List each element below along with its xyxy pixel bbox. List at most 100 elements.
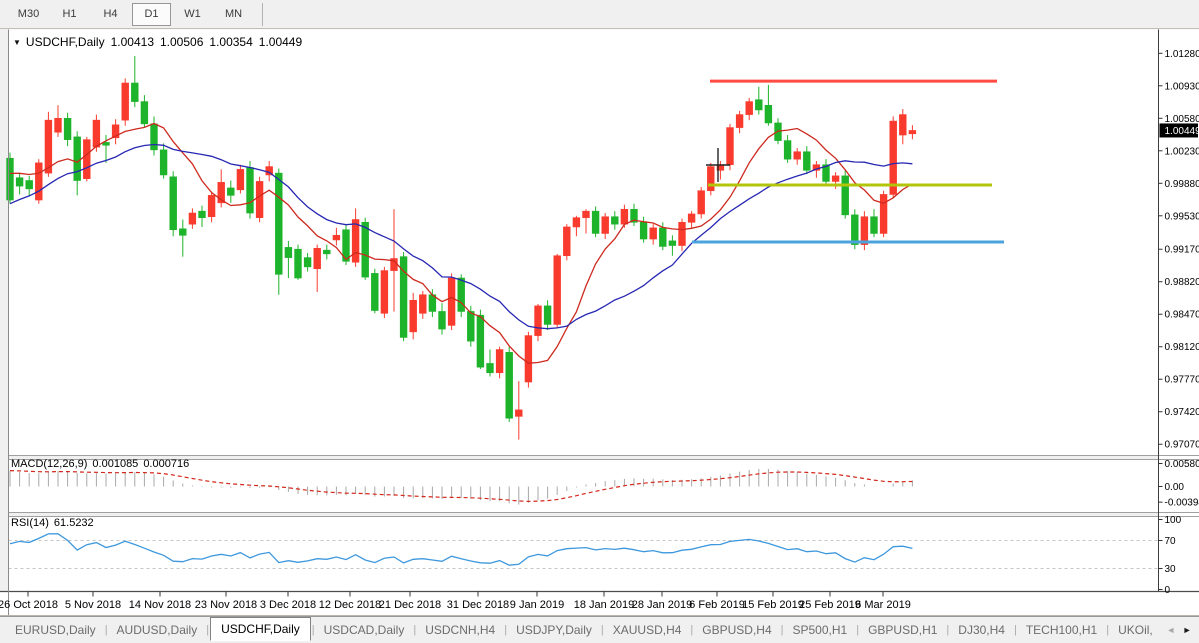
symbol-tab-gbpusd-h1[interactable]: GBPUSD,H1 — [860, 620, 945, 640]
symbol-tab-dj30-h4[interactable]: DJ30,H4 — [950, 620, 1013, 640]
candle-bear — [25, 180, 33, 190]
date-axis-label: 12 Dec 2018 — [319, 599, 381, 611]
candle-bear — [639, 222, 648, 240]
candle-bear — [227, 187, 235, 196]
candle-bear — [486, 363, 494, 374]
svg-text:70: 70 — [1165, 536, 1177, 547]
date-axis-label: 6 Mar 2019 — [855, 599, 911, 611]
macd-value: 0.001085 — [92, 458, 139, 470]
candle-bear — [294, 248, 302, 279]
price-axis-label: 0.99170 — [1165, 245, 1199, 256]
candle-bear — [371, 273, 379, 311]
candle-bear — [73, 136, 81, 181]
tab-scroll-right-icon[interactable]: ► — [1183, 617, 1192, 643]
price-axis-label: 1.00930 — [1165, 81, 1199, 92]
symbol-tab-ukoil[interactable]: UKOil, — [1110, 620, 1161, 640]
candle-bull — [879, 194, 888, 234]
rsi-indicator-label: RSI(14) 61.5232 — [11, 517, 94, 529]
candle-bull — [572, 217, 581, 228]
candle-bull — [207, 195, 216, 218]
candle-bull — [553, 255, 561, 325]
symbol-tab-bar: EURUSD,Daily | AUDUSD,Daily | USDCHF,Daily | U… — [0, 616, 1199, 643]
chart-collapser-icon[interactable]: ▼ — [13, 38, 21, 47]
candle-bull — [582, 210, 590, 218]
candle-bear — [457, 277, 465, 312]
candle-bull — [54, 118, 62, 133]
price-axis-label: 1.00580 — [1165, 114, 1199, 125]
candle-bear — [323, 249, 331, 255]
svg-text:-0.003945: -0.003945 — [1165, 498, 1199, 509]
candle-bull — [419, 294, 427, 314]
svg-text:0: 0 — [1165, 585, 1171, 596]
candle-bull — [83, 139, 91, 179]
candle-bull — [188, 212, 197, 225]
symbol-tab-gbpusd-h4[interactable]: GBPUSD,H4 — [694, 620, 779, 640]
candle-bull — [534, 305, 542, 336]
chart-area[interactable]: 1.01280 1.00930 1.00580 1.00230 0.99880 0.995… — [0, 0, 1199, 643]
symbol-tab-sp500-h1[interactable]: SP500,H1 — [785, 620, 856, 640]
candle-bear — [543, 305, 552, 325]
macd-indicator-label: MACD(12,26,9) 0.001085 0.000716 — [11, 458, 189, 470]
date-axis-label: 15 Feb 2019 — [742, 599, 804, 611]
mt4-window: { "toolbar": { "timeframes": [ {"label":… — [0, 0, 1199, 643]
candle-bull — [601, 216, 609, 234]
date-axis-label: 18 Jan 2019 — [574, 599, 635, 611]
svg-text:1.00449: 1.00449 — [1165, 126, 1199, 137]
candle-bear — [870, 216, 878, 234]
candle-bull — [860, 216, 869, 245]
candle-bull — [678, 222, 686, 246]
price-axis-label: 0.98820 — [1165, 277, 1199, 288]
symbol-tab-tech100-h1[interactable]: TECH100,H1 — [1018, 620, 1105, 640]
tab-scroll-left-icon[interactable]: ◄ — [1166, 617, 1175, 643]
current-price-tag: 1.00449 — [1159, 123, 1199, 138]
candle-bull — [447, 277, 456, 326]
candle-bull — [563, 226, 571, 257]
ohlc-close: 1.00449 — [258, 35, 303, 49]
candle-bear — [246, 167, 254, 214]
candle-bear — [150, 123, 158, 151]
symbol-tab-usdjpy-daily[interactable]: USDJPY,Daily — [508, 620, 600, 640]
candle-bull — [515, 409, 523, 417]
date-axis-label: 5 Nov 2018 — [65, 599, 121, 611]
candle-bear — [15, 177, 24, 187]
candle-bear — [476, 314, 485, 368]
ohlc-open: 1.00413 — [110, 35, 154, 49]
candle-bear — [438, 311, 446, 330]
svg-text:100: 100 — [1165, 515, 1182, 526]
candle-bear — [303, 257, 312, 268]
candle-bull — [831, 175, 840, 182]
symbol-tab-usdcad-daily[interactable]: USDCAD,Daily — [316, 620, 413, 640]
candle-bear — [803, 151, 811, 171]
candle-bear — [783, 140, 792, 160]
candle-bull — [649, 227, 657, 240]
candle-bear — [467, 311, 475, 342]
candle-bear — [505, 352, 513, 419]
candle-bull — [726, 127, 734, 166]
symbol-tab-usdcnh-h4[interactable]: USDCNH,H4 — [417, 620, 503, 640]
symbol-tab-xauusd-h4[interactable]: XAUUSD,H4 — [605, 620, 690, 640]
candle-bear — [63, 118, 72, 140]
candle-bull — [35, 162, 43, 201]
symbol-tab-audusd-daily[interactable]: AUDUSD,Daily — [109, 620, 206, 640]
candle-bear — [275, 172, 283, 275]
date-axis-label: 23 Nov 2018 — [195, 599, 257, 611]
symbol-tab-eurusd-daily[interactable]: EURUSD,Daily — [7, 620, 104, 640]
price-axis-label: 0.97770 — [1165, 375, 1199, 386]
candle-bear — [159, 149, 168, 176]
ohlc-high: 1.00506 — [160, 35, 204, 49]
candle-bear — [659, 227, 667, 247]
candle-bear — [284, 247, 293, 258]
symbol-tab-usdchf-daily[interactable]: USDCHF,Daily — [210, 617, 311, 641]
candle-bull — [735, 114, 744, 128]
date-axis-label: 31 Dec 2018 — [447, 599, 509, 611]
panel-backgrounds — [0, 29, 1199, 616]
date-axis-label: 14 Nov 2018 — [129, 599, 191, 611]
candle-bear — [851, 214, 859, 245]
candle-bull — [313, 248, 321, 270]
date-axis-label: 6 Feb 2019 — [689, 599, 745, 611]
date-axis-label: 9 Jan 2019 — [510, 599, 564, 611]
candle-bull — [495, 349, 504, 374]
candle-bear — [6, 157, 14, 201]
candle-bull — [899, 114, 907, 136]
rsi-value: 61.5232 — [53, 517, 94, 529]
